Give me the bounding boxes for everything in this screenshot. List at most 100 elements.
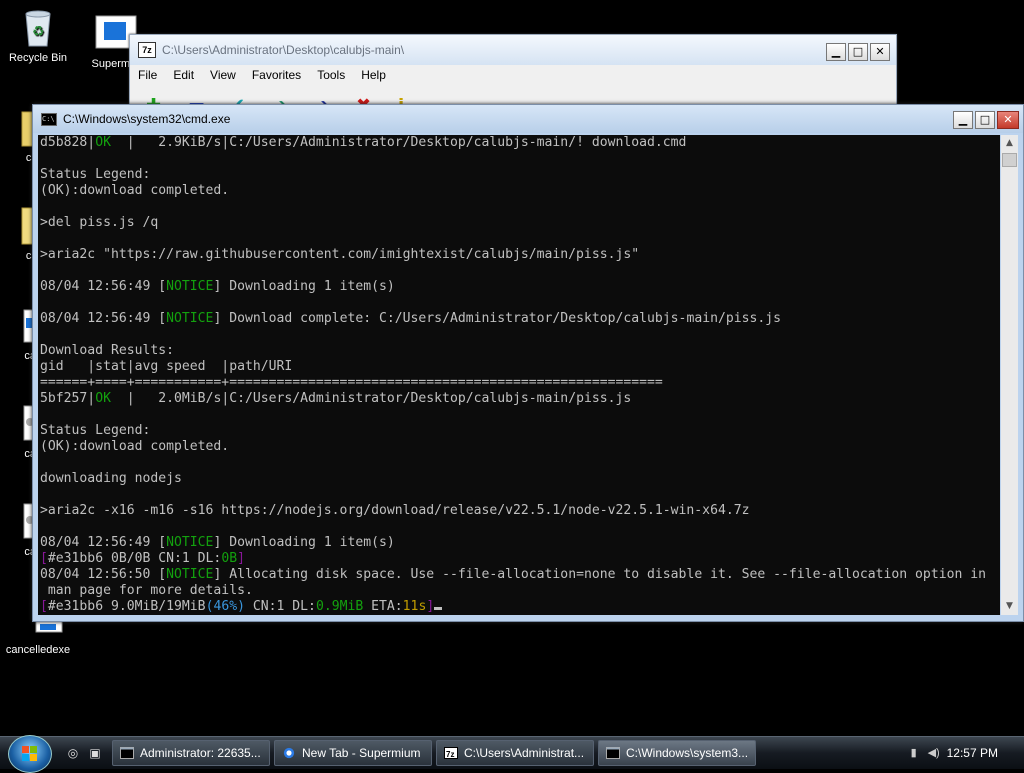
console-segment <box>40 487 48 502</box>
console-line: gid |stat|avg speed |path/URI <box>40 359 1000 375</box>
console-line <box>40 231 1000 247</box>
console-segment: ======+====+===========+================… <box>40 375 663 390</box>
close-button[interactable]: ✕ <box>997 111 1019 129</box>
console-line <box>40 295 1000 311</box>
7zip-icon: 7z <box>444 747 458 759</box>
cmd-window[interactable]: C:\ C:\Windows\system32\cmd.exe ▁ □ ✕ d5… <box>32 104 1024 622</box>
7zip-title-bar[interactable]: 7z C:\Users\Administrator\Desktop\calubj… <box>130 35 896 65</box>
clock[interactable]: 12:57 PM <box>947 746 998 760</box>
console-segment: | 2.0MiB/s|C:/Users/Administrator/Deskto… <box>110 391 632 406</box>
taskbar-item-browser[interactable]: New Tab - Supermium <box>274 740 432 766</box>
console-segment <box>40 407 48 422</box>
console-line <box>40 263 1000 279</box>
console-segment: NOTICE <box>166 279 214 294</box>
console-segment: 08/04 12:56:49 [ <box>40 535 167 550</box>
network-icon[interactable]: ▮ <box>907 746 921 760</box>
console-segment: downloading nodejs <box>40 471 182 486</box>
maximize-button[interactable]: □ <box>848 43 868 61</box>
quicklaunch-desktop-icon[interactable]: ▣ <box>88 746 102 760</box>
file-icon <box>0 306 37 346</box>
console-line <box>40 519 1000 535</box>
console-segment <box>40 455 48 470</box>
console-line <box>40 151 1000 167</box>
console-output[interactable]: d5b828| OK | 2.9KiB/s|C:/Users/Administra… <box>38 135 1000 615</box>
menu-file[interactable]: File <box>138 68 157 82</box>
console-line: Status Legend: <box>40 423 1000 439</box>
scroll-thumb[interactable] <box>1002 153 1017 167</box>
console-segment <box>40 199 48 214</box>
folder-icon <box>0 206 37 246</box>
taskbar-item-system32-cmd[interactable]: C:\Windows\system3... <box>598 740 756 766</box>
console-segment: ] Download complete: C:/Users/Administra… <box>213 311 782 326</box>
console-segment: 11s <box>402 599 427 614</box>
quicklaunch-browser-icon[interactable]: ◎ <box>66 746 80 760</box>
console-segment: (OK):download completed. <box>40 439 230 454</box>
console-segment <box>40 327 48 342</box>
menu-favorites[interactable]: Favorites <box>252 68 301 82</box>
gear-file-icon <box>0 502 37 542</box>
console-segment: ] <box>426 599 435 614</box>
console-text: d5b828| OK | 2.9KiB/s|C:/Users/Administra… <box>38 135 1000 615</box>
gear-file-icon <box>0 404 37 444</box>
menu-view[interactable]: View <box>210 68 236 82</box>
console-line: d5b828|OK | 2.9KiB/s|C:/Users/Administra… <box>40 135 1000 151</box>
console-segment: [ <box>40 599 48 614</box>
browser-icon <box>283 747 295 759</box>
console-segment: >aria2c -x16 -m16 -s16 https://nodejs.or… <box>40 503 750 518</box>
cmd-window-title: C:\Windows\system32\cmd.exe <box>63 112 231 126</box>
menu-tools[interactable]: Tools <box>317 68 345 82</box>
cmd-title-bar[interactable]: C:\ C:\Windows\system32\cmd.exe ▁ □ ✕ <box>33 105 1023 133</box>
taskbar: ◎ ▣ Administrator: 22635... New Tab - Su… <box>0 735 1024 773</box>
console-segment: 08/04 12:56:49 [ <box>40 311 167 326</box>
taskbar-item-7zip[interactable]: 7z C:\Users\Administrat... <box>436 740 594 766</box>
menu-help[interactable]: Help <box>361 68 386 82</box>
cmd-icon <box>606 747 620 759</box>
scroll-down-arrow-icon[interactable]: ▼ <box>1001 598 1018 615</box>
minimize-button[interactable]: ▁ <box>953 111 973 129</box>
console-line <box>40 487 1000 503</box>
console-line: (OK):download completed. <box>40 439 1000 455</box>
desktop-icon-recycle-bin[interactable]: ♻ Recycle Bin <box>0 8 76 64</box>
console-segment: | 2.9KiB/s|C:/Users/Administrator/Deskto… <box>110 135 687 150</box>
supermium-icon <box>94 14 137 54</box>
taskbar-item-admin-cmd[interactable]: Administrator: 22635... <box>112 740 270 766</box>
console-segment: #e31bb6 0B/0B CN:1 DL: <box>47 551 222 566</box>
console-segment: ] Downloading 1 item(s) <box>213 535 395 550</box>
console-line: 08/04 12:56:49 [NOTICE] Downloading 1 it… <box>40 535 1000 551</box>
console-line: Download Results: <box>40 343 1000 359</box>
console-segment: 0B <box>221 551 238 566</box>
vertical-scrollbar[interactable]: ▲ ▼ <box>1001 135 1018 615</box>
console-segment: Status Legend: <box>40 423 151 438</box>
console-segment: [ <box>40 551 48 566</box>
console-segment: 5bf257| <box>40 391 96 406</box>
taskbar-item-label: C:\Windows\system3... <box>626 746 749 760</box>
console-segment: NOTICE <box>166 567 214 582</box>
desktop-icon-label: Recycle Bin <box>8 52 68 64</box>
scroll-up-arrow-icon[interactable]: ▲ <box>1001 135 1018 152</box>
console-segment: d5b828| <box>40 135 96 150</box>
console-line: >aria2c -x16 -m16 -s16 https://nodejs.or… <box>40 503 1000 519</box>
console-segment: 08/04 12:56:50 [ <box>40 567 167 582</box>
console-line <box>40 199 1000 215</box>
console-segment <box>40 151 48 166</box>
console-line: (OK):download completed. <box>40 183 1000 199</box>
minimize-button[interactable]: ▁ <box>826 43 846 61</box>
start-button[interactable] <box>8 735 52 773</box>
cmd-icon <box>120 747 134 759</box>
7zip-window-controls: ▁ □ ✕ <box>826 43 890 61</box>
console-segment: Status Legend: <box>40 167 151 182</box>
console-segment: ] <box>237 551 245 566</box>
console-segment: >del piss.js /q <box>40 215 159 230</box>
menu-edit[interactable]: Edit <box>173 68 194 82</box>
volume-icon[interactable]: ◀) <box>927 746 941 760</box>
console-line <box>40 407 1000 423</box>
console-segment: OK <box>95 391 111 406</box>
maximize-button[interactable]: □ <box>975 111 995 129</box>
console-line: ======+====+===========+================… <box>40 375 1000 391</box>
console-segment <box>40 263 48 278</box>
taskbar-item-label: New Tab - Supermium <box>302 746 421 760</box>
system-tray: ▮ ◀) 12:57 PM <box>907 737 1024 769</box>
cmd-app-icon: C:\ <box>41 112 57 126</box>
console-line <box>40 327 1000 343</box>
close-button[interactable]: ✕ <box>870 43 890 61</box>
